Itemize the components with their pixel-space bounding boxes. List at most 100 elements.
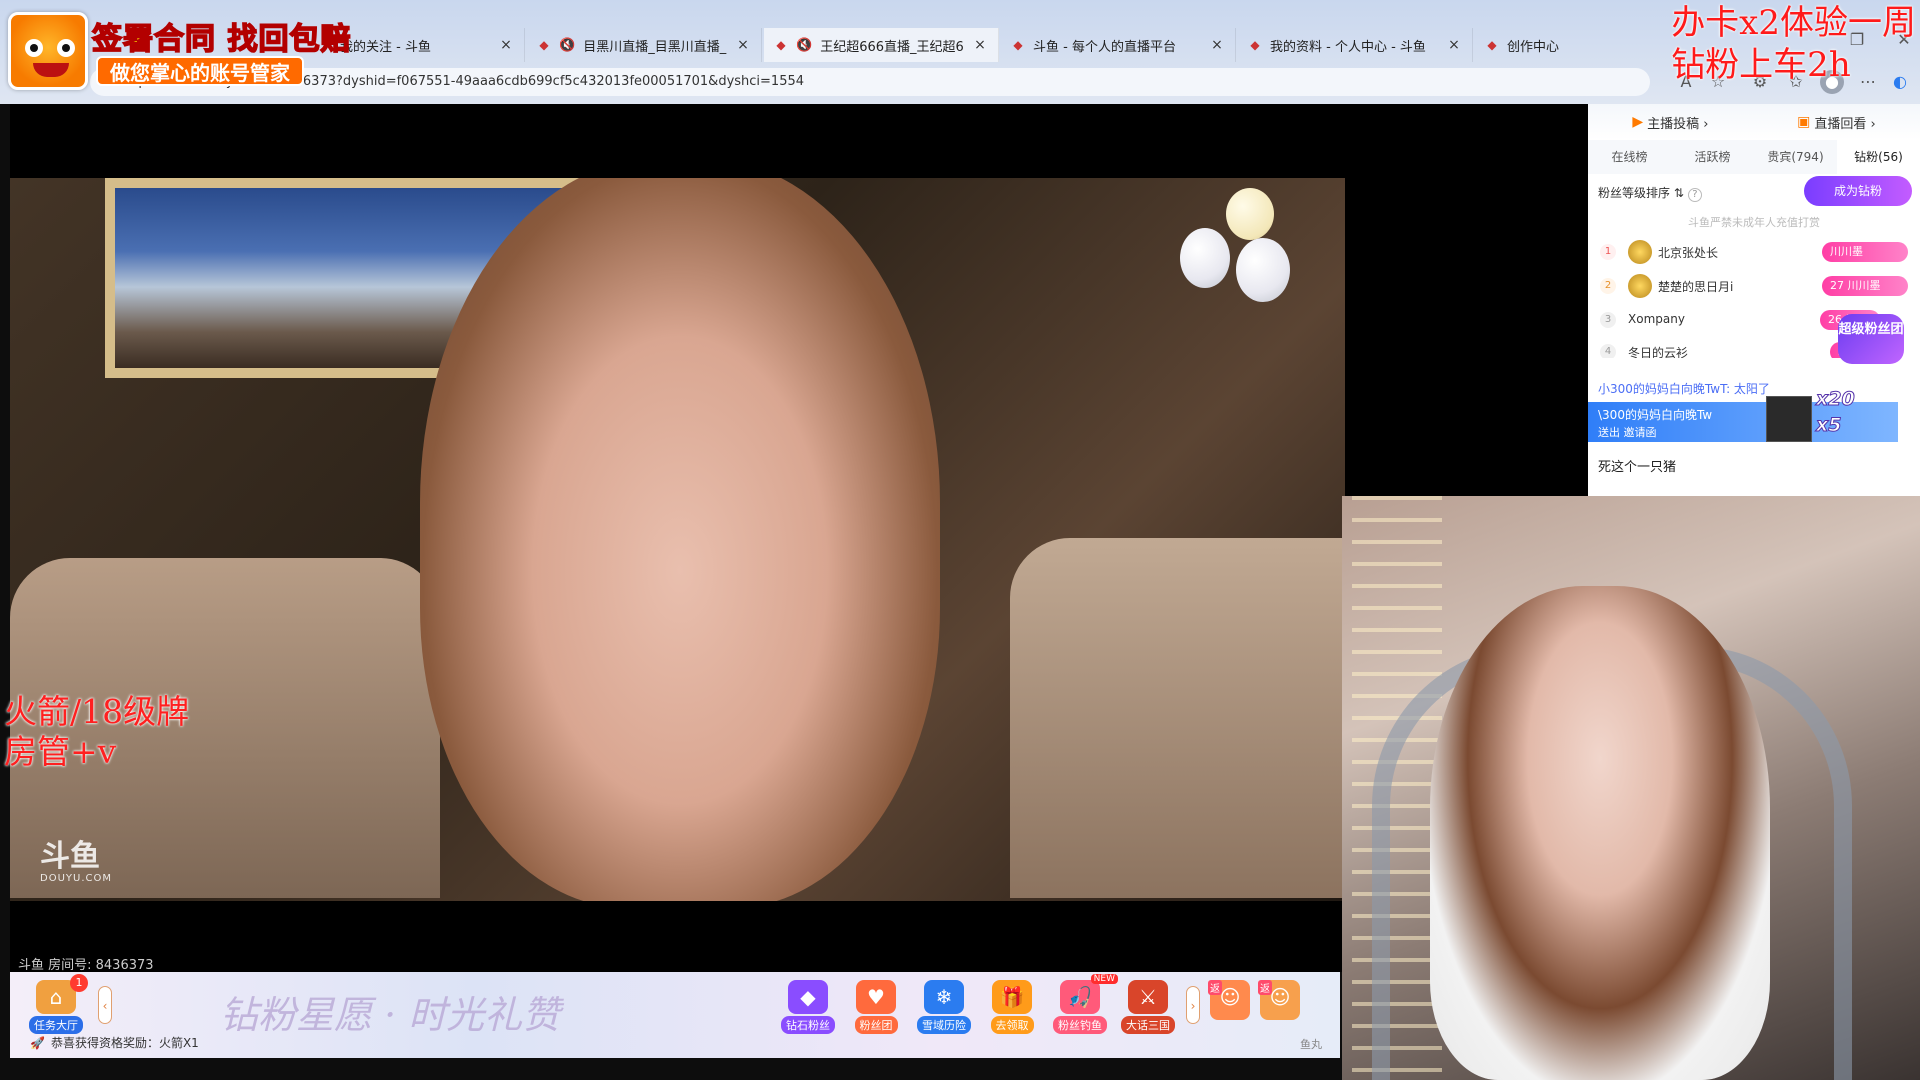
gift-box-icon: 🎁	[992, 980, 1032, 1014]
fan-level-sort[interactable]: 粉丝等级排序 ⇅?	[1598, 184, 1702, 202]
overlay-line: 房管+v	[4, 732, 117, 771]
fan-fishing-button[interactable]: 🎣 粉丝钓鱼 NEW	[1048, 974, 1118, 1034]
return-gift-2[interactable]: ☺ 返	[1256, 980, 1304, 1034]
task-hall-label: 任务大厅	[29, 1016, 83, 1034]
address-bar[interactable]: https://www.douyu.com/8436373?dyshid=f06…	[90, 68, 1650, 96]
main-video[interactable]: 斗鱼 DOUYU.COM	[10, 178, 1345, 901]
fan-club-icon: ♥	[856, 980, 896, 1014]
promo-subline: 做您掌心的账号管家	[96, 56, 304, 86]
crown-badge-icon	[1628, 274, 1652, 298]
fan-level-tag: 川川墨	[1822, 242, 1908, 262]
super-fan-club-badge[interactable]: 超级粉丝团	[1838, 314, 1904, 364]
rocket-icon: 🚀	[30, 1036, 45, 1050]
douyu-favicon-icon: ◆	[1250, 38, 1260, 52]
help-icon[interactable]: ?	[1687, 188, 1702, 202]
anchor-submit-link[interactable]: ▶ 主播投稿 ›	[1632, 113, 1708, 132]
tab-title: 我的资料 - 个人中心 - 斗鱼	[1270, 39, 1426, 55]
tab-active-rank[interactable]: 活跃榜	[1671, 140, 1754, 174]
balloons	[1180, 188, 1290, 308]
gift-image	[1766, 396, 1812, 442]
task-hall-button[interactable]: ⌂ 任务大厅 1	[24, 974, 88, 1034]
rank-number: 1	[1600, 244, 1616, 260]
tool-label: 雪域历险	[917, 1016, 971, 1034]
collapse-left-icon[interactable]: ‹	[98, 986, 112, 1024]
rank-row[interactable]: 2 楚楚的思日月i 27 川川墨	[1588, 270, 1920, 302]
tab-diamond-fans[interactable]: 钻粉(56)	[1837, 140, 1920, 174]
close-tab-icon[interactable]: ×	[972, 37, 988, 53]
streamer-video	[420, 178, 940, 901]
tab-title: 斗鱼 - 每个人的直播平台	[1033, 39, 1176, 55]
watermark-sub: DOUYU.COM	[40, 873, 112, 884]
tab-wangjichao[interactable]: ◆ 🔇 王纪超666直播_王纪超666 ×	[764, 28, 999, 62]
douyu-watermark: 斗鱼 DOUYU.COM	[40, 831, 112, 884]
douyu-favicon-icon: ◆	[776, 38, 786, 52]
close-tab-icon[interactable]: ×	[498, 37, 514, 53]
tool-label: 大话三国	[1121, 1016, 1175, 1034]
watermark-text: 斗鱼	[40, 839, 100, 874]
tab-title: 创作中心	[1507, 39, 1560, 55]
rank-row[interactable]: 1 北京张处长 川川墨	[1588, 236, 1920, 268]
tab-my-profile[interactable]: ◆ 我的资料 - 个人中心 - 斗鱼 ×	[1238, 28, 1473, 62]
rank-name: 北京张处长	[1658, 246, 1719, 260]
tool-label: 粉丝团	[854, 1016, 898, 1034]
tab-online-rank[interactable]: 在线榜	[1588, 140, 1671, 174]
muted-speaker-icon[interactable]: 🔇	[796, 38, 812, 53]
combo-x20: x20	[1816, 388, 1856, 411]
crown-badge-icon	[1628, 240, 1652, 264]
become-diamond-fan-button[interactable]: 成为钻粉	[1804, 176, 1912, 206]
task-count-badge: 1	[70, 974, 88, 992]
chat-username[interactable]: 小300的妈妈白向晚TwT: 太阳了	[1598, 380, 1770, 397]
snow-adventure-button[interactable]: ❄ 雪域历险	[912, 980, 976, 1034]
rank-number: 3	[1600, 312, 1616, 328]
three-kingdoms-button[interactable]: ⚔ 大话三国	[1116, 980, 1180, 1034]
tab-creator-center[interactable]: ◆ 创作中心	[1475, 28, 1675, 62]
claim-button[interactable]: 🎁 去领取	[980, 980, 1044, 1034]
promo-overlay-top-right: 办卡x2体验一周 钻粉上车2h	[1671, 2, 1916, 86]
tool-label: 粉丝钓鱼	[1053, 1016, 1107, 1034]
sofa-right	[1010, 538, 1345, 898]
link-label: 主播投稿 ›	[1647, 116, 1709, 132]
rank-tabs: 在线榜 活跃榜 贵宾(794) 钻粉(56)	[1588, 140, 1920, 174]
rank-name: 楚楚的思日月i	[1658, 280, 1734, 294]
gift-combo-count: x20 x5	[1816, 386, 1856, 438]
douyu-favicon-icon: ◆	[539, 38, 549, 52]
close-tab-icon[interactable]: ×	[1209, 37, 1225, 53]
event-banner[interactable]: 钻粉星愿 · 时光礼赞	[220, 984, 560, 1039]
tab-douyu-home[interactable]: ◆ 斗鱼 - 每个人的直播平台 ×	[1001, 28, 1236, 62]
reward-notice: 🚀 恭喜获得资格奖励：火箭X1	[30, 1034, 199, 1051]
tool-label: 去领取	[990, 1016, 1034, 1034]
video-icon: ▣	[1797, 114, 1811, 130]
fan-level-tag: 27 川川墨	[1822, 276, 1908, 296]
chat-message: 死这个一只猪	[1598, 460, 1677, 475]
douyu-favicon-icon: ◆	[1487, 38, 1497, 52]
gift-action: 送出 邀请函	[1598, 426, 1657, 439]
room-id-label: 斗鱼 房间号: 8436373	[18, 958, 154, 973]
return-tag: 返	[1258, 980, 1272, 995]
tab-title: 王纪超666直播_王纪超666	[820, 39, 964, 55]
replay-link[interactable]: ▣ 直播回看 ›	[1797, 113, 1876, 132]
rank-name: 冬日的云衫	[1628, 346, 1689, 358]
tab-muhei[interactable]: ◆ 🔇 目黑川直播_目黑川直播_目 ×	[527, 28, 762, 62]
fan-club-button[interactable]: ♥ 粉丝团	[844, 980, 908, 1034]
tab-title: 目黑川直播_目黑川直播_目	[583, 39, 727, 55]
expand-right-icon[interactable]: ›	[1186, 986, 1200, 1024]
return-tag: 返	[1208, 980, 1222, 995]
sort-label: 粉丝等级排序 ⇅	[1598, 186, 1684, 200]
return-gift-1[interactable]: ☺ 返	[1206, 980, 1254, 1034]
promo-logo-icon	[8, 12, 88, 90]
muted-speaker-icon[interactable]: 🔇	[559, 38, 575, 53]
overlay-line: 火箭/18级牌	[4, 692, 190, 731]
overlay-line: 办卡x2体验一周	[1671, 3, 1916, 43]
minor-notice: 斗鱼严禁未成年人充值打赏	[1688, 216, 1820, 229]
tab-vip[interactable]: 贵宾(794)	[1754, 140, 1837, 174]
diamond-fan-button[interactable]: ◆ 钻石粉丝	[776, 980, 840, 1034]
combo-x5: x5	[1816, 414, 1842, 437]
overlay-line: 钻粉上车2h	[1671, 45, 1851, 85]
promo-headline: 签署合同 找回包赔	[91, 21, 352, 58]
douyu-favicon-icon: ◆	[1013, 38, 1023, 52]
fish-ball-label: 鱼丸	[1300, 1038, 1322, 1051]
close-tab-icon[interactable]: ×	[735, 37, 751, 53]
rank-number: 2	[1600, 278, 1616, 294]
close-tab-icon[interactable]: ×	[1446, 37, 1462, 53]
link-label: 直播回看 ›	[1814, 116, 1876, 132]
